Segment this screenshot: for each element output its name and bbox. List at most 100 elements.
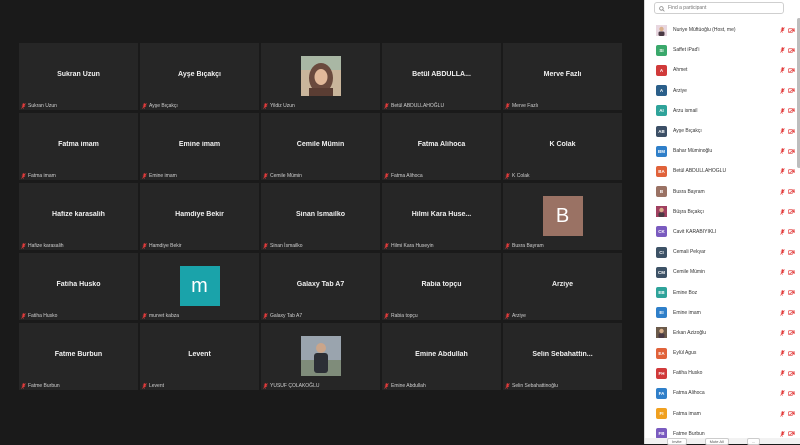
- participant-row[interactable]: BM Bahar Müminoğlu: [645, 141, 797, 161]
- mic-muted-icon[interactable]: [780, 269, 785, 276]
- participant-search-box[interactable]: [654, 2, 784, 14]
- participant-row[interactable]: FA Fatma Alihoca: [645, 383, 797, 403]
- video-tile[interactable]: Cemile Mümin Cemile Mümin: [261, 113, 380, 180]
- video-tile[interactable]: Hafize karasalih Hafize karasalih: [19, 183, 138, 250]
- mic-muted-icon[interactable]: [780, 370, 785, 377]
- video-tile[interactable]: Sinan İsmailko Sinan İsmailko: [261, 183, 380, 250]
- mic-muted-icon[interactable]: [780, 229, 785, 235]
- participant-avatar: CI: [656, 246, 667, 258]
- tile-participant-label: YUSUF ÇOLAKOĞLU: [270, 383, 320, 389]
- tile-display-name: Rabia topçu: [421, 281, 462, 288]
- video-tile[interactable]: Rabia topçu Rabia topçu: [382, 253, 501, 320]
- video-tile[interactable]: Fatme Burbun Fatme Burbun: [19, 323, 138, 390]
- mic-muted-icon[interactable]: [780, 108, 785, 114]
- participant-row[interactable]: BA Betül ABDULLAHOĞLU: [645, 161, 797, 181]
- tile-participant-label: Sukran Uzun: [28, 103, 57, 109]
- video-off-icon[interactable]: [788, 390, 795, 396]
- participant-row[interactable]: EB Emine Boz: [645, 282, 797, 302]
- video-tile[interactable]: Fatiha Husko Fatiha Husko: [19, 253, 138, 320]
- video-off-icon[interactable]: [788, 370, 795, 376]
- video-off-icon[interactable]: [788, 249, 795, 255]
- video-off-icon[interactable]: [788, 229, 795, 235]
- video-tile[interactable]: Sukran Uzun Sukran Uzun: [19, 43, 138, 110]
- video-off-icon[interactable]: [788, 88, 795, 94]
- participant-avatar: [656, 24, 667, 36]
- participant-row[interactable]: Erkan Azizoğlu: [645, 323, 797, 343]
- participant-avatar: AI: [656, 105, 667, 117]
- video-tile[interactable]: Arziye Arziye: [503, 253, 622, 320]
- participant-row[interactable]: EA Eylül Agus: [645, 343, 797, 363]
- tile-participant-label: Selin Sebahattinoğlu: [512, 383, 558, 389]
- video-off-icon[interactable]: [788, 128, 795, 134]
- mic-muted-icon[interactable]: [780, 168, 785, 175]
- video-tile[interactable]: Merve Fazlı Merve Fazlı: [503, 43, 622, 110]
- participant-row[interactable]: EI Emine imam: [645, 303, 797, 323]
- mic-muted-icon[interactable]: [780, 67, 785, 74]
- video-tile[interactable]: K Colak K Colak: [503, 113, 622, 180]
- video-tile[interactable]: Emine Abdullah Emine Abdullah: [382, 323, 501, 390]
- participant-row[interactable]: CK Cavit KARABIYIKLI: [645, 222, 797, 242]
- participant-row[interactable]: A Ahmet: [645, 60, 797, 80]
- mic-muted-icon[interactable]: [780, 309, 785, 316]
- participant-row[interactable]: A Arziye: [645, 81, 797, 101]
- video-tile[interactable]: Fatma Alihoca Fatma Alihoca: [382, 113, 501, 180]
- video-tile[interactable]: Hilmi Kara Huse... Hilmi Kara Huseyin: [382, 183, 501, 250]
- mic-muted-icon[interactable]: [780, 209, 785, 215]
- mic-muted-icon[interactable]: [780, 47, 785, 54]
- video-off-icon[interactable]: [788, 67, 795, 73]
- video-tile[interactable]: m murvet kabza: [140, 253, 259, 320]
- mic-muted-icon[interactable]: [780, 128, 785, 134]
- video-off-icon[interactable]: [788, 431, 795, 437]
- mic-muted-icon[interactable]: [780, 249, 785, 255]
- participant-row[interactable]: FI Fatma imam: [645, 404, 797, 424]
- video-off-icon[interactable]: [788, 350, 795, 356]
- mic-muted-icon[interactable]: [780, 27, 785, 33]
- video-off-icon[interactable]: [788, 290, 795, 296]
- video-tile[interactable]: Levent Levent: [140, 323, 259, 390]
- video-off-icon[interactable]: [788, 310, 795, 316]
- video-tile[interactable]: YUSUF ÇOLAKOĞLU: [261, 323, 380, 390]
- video-tile[interactable]: Fatma imam Fatma imam: [19, 113, 138, 180]
- video-tile[interactable]: Ayşe Bıçakçı Ayşe Bıçakçı: [140, 43, 259, 110]
- video-off-icon[interactable]: [788, 411, 795, 417]
- video-tile[interactable]: Emine imam Emine imam: [140, 113, 259, 180]
- video-tile[interactable]: Hamdiye Bekir Hamdiye Bekir: [140, 183, 259, 250]
- mic-muted-icon[interactable]: [780, 350, 785, 356]
- video-tile[interactable]: B Busra Bayram: [503, 183, 622, 250]
- participant-row[interactable]: FH Fatiha Husko: [645, 363, 797, 383]
- participant-row[interactable]: CI Cemali Pekyar: [645, 242, 797, 262]
- video-off-icon[interactable]: [788, 108, 795, 114]
- video-off-icon[interactable]: [788, 330, 795, 336]
- video-off-icon[interactable]: [788, 27, 795, 33]
- participant-row[interactable]: Büşra Bıçakçı: [645, 202, 797, 222]
- video-tile[interactable]: Betül ABDULLA... Betül ABDULLAHOĞLU: [382, 43, 501, 110]
- mic-muted-icon[interactable]: [780, 390, 785, 397]
- participant-row[interactable]: AI Arzu ismail: [645, 101, 797, 121]
- mic-muted-icon[interactable]: [780, 289, 785, 296]
- participant-row[interactable]: Nuriye Müftüoğlu (Host, me): [645, 20, 797, 40]
- mic-muted-icon[interactable]: [780, 410, 785, 417]
- participant-row[interactable]: B Busra Bayram: [645, 182, 797, 202]
- video-off-icon[interactable]: [788, 189, 795, 195]
- participant-status-icons: [780, 249, 795, 255]
- mic-muted-icon: [21, 243, 26, 249]
- video-off-icon[interactable]: [788, 148, 795, 154]
- participant-row[interactable]: SI Saffet iPad'i: [645, 40, 797, 60]
- participant-status-icons: [780, 148, 795, 154]
- video-tile[interactable]: Galaxy Tab A7 Galaxy Tab A7: [261, 253, 380, 320]
- mic-muted-icon[interactable]: [780, 188, 785, 195]
- video-off-icon[interactable]: [788, 209, 795, 215]
- video-off-icon[interactable]: [788, 269, 795, 275]
- mic-muted-icon[interactable]: [780, 431, 785, 437]
- video-tile[interactable]: Selin Sebahattin... Selin Sebahattinoğlu: [503, 323, 622, 390]
- participant-name: Ayşe Bıçakçı: [673, 128, 702, 135]
- video-off-icon[interactable]: [788, 168, 795, 174]
- video-off-icon[interactable]: [788, 47, 795, 53]
- participant-row[interactable]: AB Ayşe Bıçakçı: [645, 121, 797, 141]
- search-input[interactable]: [665, 5, 778, 11]
- video-tile[interactable]: Yildiz Uzun: [261, 43, 380, 110]
- mic-muted-icon[interactable]: [780, 87, 785, 94]
- mic-muted-icon[interactable]: [780, 330, 785, 336]
- participant-row[interactable]: CM Cemile Mümin: [645, 262, 797, 282]
- mic-muted-icon[interactable]: [780, 148, 785, 154]
